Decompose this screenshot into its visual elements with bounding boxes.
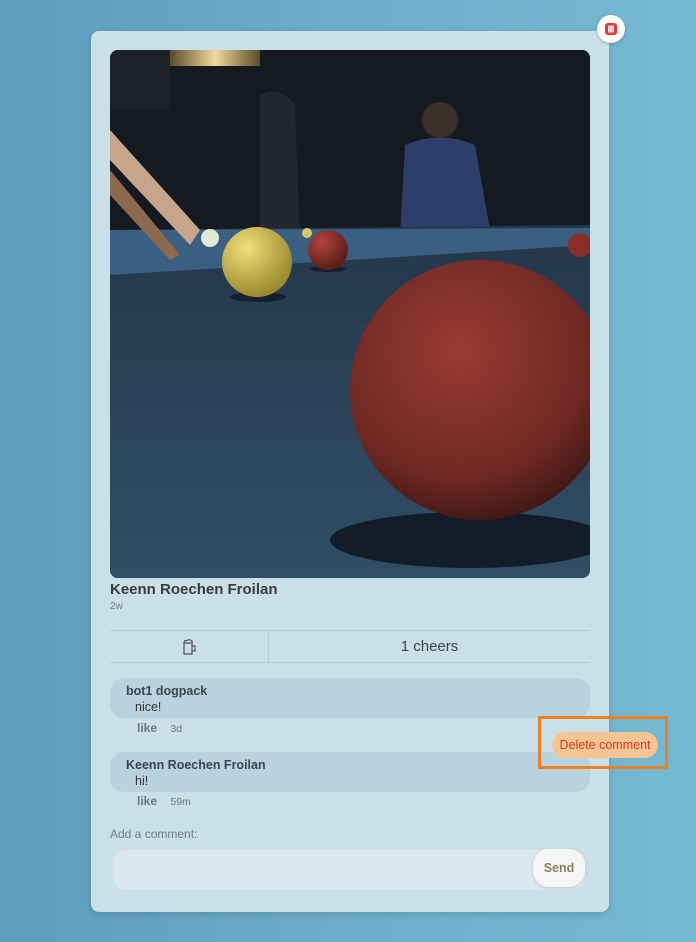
post-timestamp: 2w (110, 601, 123, 612)
comment-like-link[interactable]: like (137, 794, 157, 808)
comment-like-link[interactable]: like (137, 721, 157, 735)
add-comment-label: Add a comment: (110, 827, 198, 841)
cheers-count[interactable]: 1 cheers (269, 631, 590, 662)
comment-text: hi! (135, 774, 149, 788)
comment-input[interactable] (122, 856, 526, 884)
comment-text: nice! (135, 700, 162, 714)
post-actions-bar: 1 cheers (110, 630, 590, 663)
beer-mug-icon (183, 638, 196, 655)
post-author-name[interactable]: Keenn Roechen Froilan (110, 581, 278, 598)
comment-meta: like 3d (137, 721, 182, 735)
send-button[interactable]: Send (533, 849, 585, 887)
comment-bubble: Keenn Roechen Froilan hi! (110, 752, 590, 792)
comment-meta: like 59m (137, 794, 191, 808)
comment-bubble: bot1 dogpack nice! (110, 678, 590, 718)
highlight-box (538, 716, 668, 769)
trash-icon (605, 23, 617, 35)
cheer-button[interactable] (110, 631, 269, 662)
comment-author[interactable]: bot1 dogpack (126, 684, 207, 698)
delete-post-button[interactable] (597, 15, 625, 43)
comment-author[interactable]: Keenn Roechen Froilan (126, 758, 266, 772)
post-photo[interactable] (110, 50, 590, 578)
comment-age: 59m (170, 796, 191, 808)
comment-age: 3d (170, 723, 183, 735)
comment-input-wrapper (112, 848, 586, 890)
